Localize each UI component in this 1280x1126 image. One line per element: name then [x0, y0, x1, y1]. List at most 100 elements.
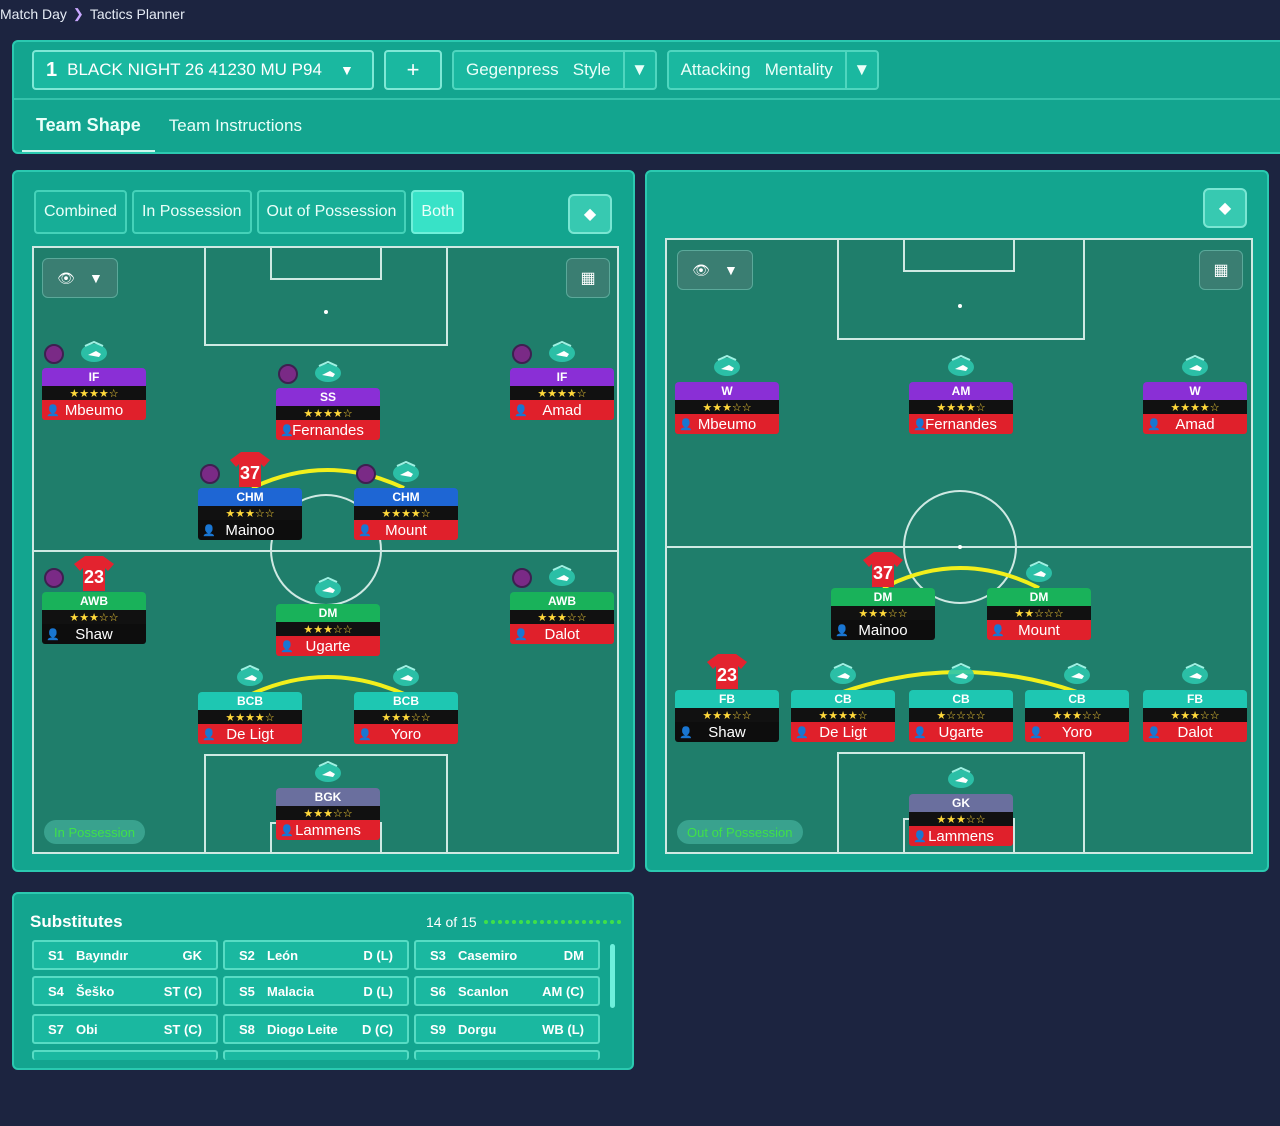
- player-role: CB: [791, 690, 895, 708]
- player-role: FB: [1143, 690, 1247, 708]
- style-label: Gegenpress Style: [466, 60, 611, 79]
- player-card-yoro[interactable]: BCB ★★★☆☆ 👤 Yoro: [354, 692, 458, 744]
- substitute-s4[interactable]: S4 Šeško ST (C): [32, 976, 218, 1006]
- center-spot: [958, 545, 962, 549]
- substitute-row-partial: [414, 1050, 600, 1060]
- tactic-header: 1 BLACK NIGHT 26 41230 MU P94 ▼ + Gegenp…: [12, 40, 1280, 154]
- player-role: CHM: [354, 488, 458, 506]
- substitute-s7[interactable]: S7 Obi ST (C): [32, 1014, 218, 1044]
- substitute-s6[interactable]: S6 Scanlon AM (C): [414, 976, 600, 1006]
- substitute-s2[interactable]: S2 León D (L): [223, 940, 409, 970]
- chevron-right-icon: ❯: [72, 6, 84, 21]
- substitute-id: S8: [239, 1021, 255, 1037]
- substitute-s3[interactable]: S3 Casemiro DM: [414, 940, 600, 970]
- partnership-link: [251, 468, 405, 490]
- duty-boot-icon: [313, 360, 343, 384]
- grid-button[interactable]: ▦: [566, 258, 610, 298]
- player-card-amad[interactable]: W ★★★★☆ 👤 Amad: [1143, 382, 1247, 434]
- player-card-yoro[interactable]: CB ★★★☆☆ 👤 Yoro: [1025, 690, 1129, 742]
- player-card-fernandes[interactable]: SS ★★★★☆ 👤 Fernandes: [276, 388, 380, 440]
- player-card-mount[interactable]: CHM ★★★★☆ 👤 Mount: [354, 488, 458, 540]
- player-card-de-ligt[interactable]: BCB ★★★★☆ 👤 De Ligt: [198, 692, 302, 744]
- player-role: BGK: [276, 788, 380, 806]
- duty-boot-icon: [1180, 354, 1210, 378]
- player-role: AWB: [510, 592, 614, 610]
- mentality-dropdown[interactable]: Attacking Mentality ▼: [666, 50, 879, 90]
- duty-boot-icon: [712, 354, 742, 378]
- toggle-both[interactable]: Both: [411, 190, 465, 234]
- add-tactic-button[interactable]: +: [384, 50, 442, 90]
- substitute-id: S5: [239, 983, 255, 999]
- breadcrumb-tactics-planner[interactable]: Tactics Planner: [90, 6, 185, 22]
- player-card-shaw[interactable]: FB ★★★☆☆ 👤 Shaw: [675, 690, 779, 742]
- tactic-selector[interactable]: 1 BLACK NIGHT 26 41230 MU P94 ▼: [32, 50, 374, 90]
- view-options-button[interactable]: 👁 ▼: [677, 250, 753, 290]
- player-card-lammens[interactable]: GK ★★★☆☆ 👤 Lammens: [909, 794, 1013, 846]
- player-rating-stars: ★★★☆☆: [1025, 708, 1129, 722]
- player-rating-stars: ★★★★☆: [1143, 400, 1247, 414]
- player-name: 👤 Mbeumo: [675, 414, 779, 434]
- substitute-name: Šeško: [76, 983, 115, 999]
- player-role: SS: [276, 388, 380, 406]
- player-card-de-ligt[interactable]: CB ★★★★☆ 👤 De Ligt: [791, 690, 895, 742]
- grid-button[interactable]: ▦: [1199, 250, 1243, 290]
- substitute-s5[interactable]: S5 Malacia D (L): [223, 976, 409, 1006]
- substitute-id: S3: [430, 947, 446, 963]
- player-card-dalot[interactable]: AWB ★★★☆☆ 👤 Dalot: [510, 592, 614, 644]
- duty-boot-icon: [79, 340, 109, 364]
- player-card-ugarte[interactable]: DM ★★★☆☆ 👤 Ugarte: [276, 604, 380, 656]
- player-role: BCB: [354, 692, 458, 710]
- substitute-name: Obi: [76, 1021, 98, 1037]
- player-name: 👤 Mbeumo: [42, 400, 146, 420]
- substitute-s8[interactable]: S8 Diogo Leite D (C): [223, 1014, 409, 1044]
- tab-team-instructions[interactable]: Team Instructions: [155, 100, 316, 152]
- style-dropdown[interactable]: Gegenpress Style ▼: [452, 50, 657, 90]
- player-role: GK: [909, 794, 1013, 812]
- player-card-shaw[interactable]: AWB ★★★☆☆ 👤 Shaw: [42, 592, 146, 644]
- player-rating-stars: ★★★☆☆: [909, 812, 1013, 826]
- mentality-label: Attacking Mentality: [680, 60, 833, 79]
- toggle-out-of-possession[interactable]: Out of Possession: [256, 190, 407, 234]
- tab-team-shape[interactable]: Team Shape: [22, 100, 155, 152]
- person-icon: 👤: [280, 640, 294, 653]
- substitute-id: S6: [430, 983, 446, 999]
- player-card-mount[interactable]: DM ★★☆☆☆ 👤 Mount: [987, 588, 1091, 640]
- player-card-ugarte[interactable]: CB ★☆☆☆☆ 👤 Ugarte: [909, 690, 1013, 742]
- duty-boot-icon: [946, 354, 976, 378]
- person-icon: 👤: [991, 624, 1005, 637]
- player-card-mainoo[interactable]: CHM ★★★☆☆ 👤 Mainoo: [198, 488, 302, 540]
- player-card-mbeumo[interactable]: IF ★★★★☆ 👤 Mbeumo: [42, 368, 146, 420]
- trait-medal-icon: [44, 568, 64, 588]
- pitch-out-of-possession: 👁 ▼ ▦ Out of Possession W ★★★☆☆ 👤 Mbeumo AM ★★…: [665, 238, 1253, 854]
- substitute-name: Dorgu: [458, 1021, 497, 1037]
- player-card-mbeumo[interactable]: W ★★★☆☆ 👤 Mbeumo: [675, 382, 779, 434]
- chevron-down-icon: ▼: [622, 52, 655, 88]
- player-name: 👤 Lammens: [909, 826, 1013, 846]
- person-icon: 👤: [679, 418, 693, 431]
- substitute-s9[interactable]: S9 Dorgu WB (L): [414, 1014, 600, 1044]
- diamond-button[interactable]: ◆: [1203, 188, 1247, 228]
- duty-boot-icon: [547, 340, 577, 364]
- duty-boot-icon: [946, 766, 976, 790]
- breadcrumb-match-day[interactable]: Match Day: [0, 6, 67, 22]
- substitute-position: D (C): [361, 1021, 393, 1037]
- svg-text:37: 37: [873, 563, 893, 583]
- toggle-combined[interactable]: Combined: [34, 190, 127, 234]
- view-options-button[interactable]: 👁 ▼: [42, 258, 118, 298]
- player-card-amad[interactable]: IF ★★★★☆ 👤 Amad: [510, 368, 614, 420]
- player-card-mainoo[interactable]: DM ★★★☆☆ 👤 Mainoo: [831, 588, 935, 640]
- trait-medal-icon: [356, 464, 376, 484]
- diamond-button[interactable]: ◆: [568, 194, 612, 234]
- player-card-fernandes[interactable]: AM ★★★★☆ 👤 Fernandes: [909, 382, 1013, 434]
- person-icon: 👤: [46, 404, 60, 417]
- player-rating-stars: ★★★★☆: [510, 386, 614, 400]
- toggle-in-possession[interactable]: In Possession: [131, 190, 252, 234]
- person-icon: 👤: [46, 628, 60, 641]
- substitute-s1[interactable]: S1 Bayındır GK: [32, 940, 218, 970]
- substitute-id: S9: [430, 1021, 446, 1037]
- player-card-lammens[interactable]: BGK ★★★☆☆ 👤 Lammens: [276, 788, 380, 840]
- scrollbar[interactable]: [610, 944, 615, 1008]
- substitute-name: Scanlon: [458, 983, 509, 999]
- player-card-dalot[interactable]: FB ★★★☆☆ 👤 Dalot: [1143, 690, 1247, 742]
- phase-label: In Possession: [44, 820, 145, 844]
